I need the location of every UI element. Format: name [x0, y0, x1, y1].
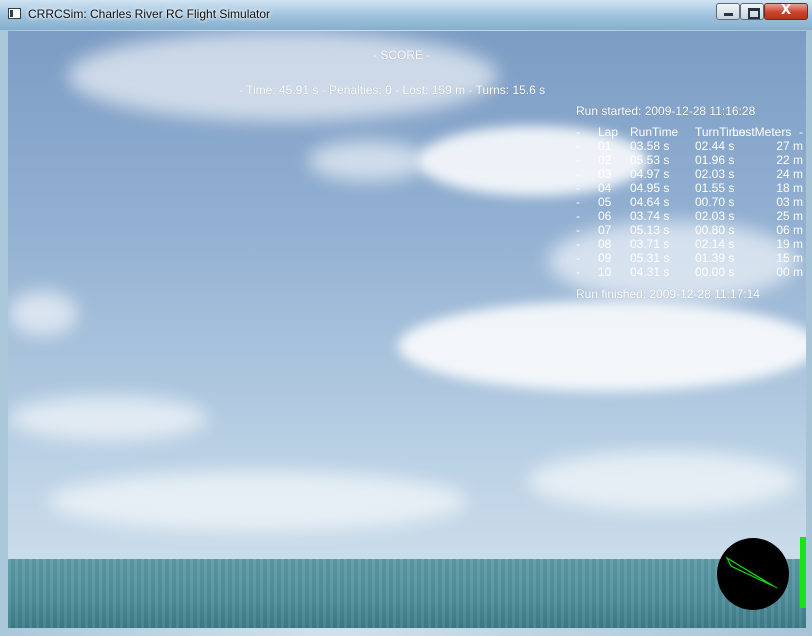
lap-dash: -	[576, 265, 580, 279]
run-started: Run started: 2009-12-28 11:16:28	[576, 104, 756, 118]
lap-turntime: 00.70 s	[695, 195, 735, 209]
lap-runtime: 05.13 s	[630, 223, 670, 237]
cloud	[8, 291, 78, 336]
title-bar[interactable]: CRRCSim: Charles River RC Flight Simulat…	[0, 0, 812, 30]
lap-number: 08	[598, 237, 612, 251]
lap-dash: -	[576, 195, 580, 209]
lap-turntime: 02.03 s	[695, 209, 735, 223]
header-dash: -	[576, 125, 580, 139]
cloud	[8, 396, 208, 441]
cloud	[48, 471, 468, 531]
lap-runtime: 03.74 s	[630, 209, 670, 223]
window-title: CRRCSim: Charles River RC Flight Simulat…	[28, 7, 271, 21]
lap-dash: -	[576, 181, 580, 195]
lap-runtime: 05.53 s	[630, 153, 670, 167]
lap-dash: -	[576, 167, 580, 181]
cloud	[398, 301, 806, 391]
lap-turntime: 02.03 s	[695, 167, 735, 181]
lap-lostmeters: 19 m	[776, 237, 803, 251]
header-dash-end: -	[799, 125, 803, 139]
lap-dash: -	[576, 153, 580, 167]
window-frame: - SCORE - - Time: 45.91 s - Penalties: 0…	[0, 30, 812, 636]
lap-number: 03	[598, 167, 612, 181]
lap-dash: -	[576, 237, 580, 251]
crrcsim-window-icon[interactable]	[8, 8, 21, 19]
cloud	[308, 141, 428, 181]
lap-turntime: 01.96 s	[695, 153, 735, 167]
lap-turntime: 02.14 s	[695, 237, 735, 251]
water-surface	[8, 559, 806, 628]
score-heading: - SCORE -	[373, 48, 431, 62]
lap-number: 06	[598, 209, 612, 223]
header-lap: Lap	[598, 125, 619, 139]
lap-dash: -	[576, 209, 580, 223]
header-lostmeters: LostMeters	[732, 125, 792, 139]
lap-lostmeters: 22 m	[776, 153, 803, 167]
lap-runtime: 03.71 s	[630, 237, 670, 251]
lap-runtime: 04.97 s	[630, 167, 670, 181]
score-summary: - Time: 45.91 s - Penalties: 0 - Lost: 1…	[239, 83, 546, 97]
lap-number: 05	[598, 195, 612, 209]
minimize-button[interactable]	[716, 3, 740, 20]
cloud	[528, 451, 798, 511]
lap-lostmeters: 18 m	[776, 181, 803, 195]
compass-needle-icon	[725, 556, 778, 589]
lap-lostmeters: 15 m	[776, 251, 803, 265]
lap-lostmeters: 25 m	[776, 209, 803, 223]
lap-number: 04	[598, 181, 612, 195]
simulator-window: CRRCSim: Charles River RC Flight Simulat…	[0, 0, 812, 636]
lap-number: 01	[598, 139, 612, 153]
lap-number: 07	[598, 223, 612, 237]
lap-runtime: 05.31 s	[630, 251, 670, 265]
throttle-indicator	[800, 537, 806, 608]
lap-number: 02	[598, 153, 612, 167]
simulation-viewport[interactable]: - SCORE - - Time: 45.91 s - Penalties: 0…	[8, 31, 806, 628]
lap-dash: -	[576, 251, 580, 265]
lap-turntime: 00.80 s	[695, 223, 735, 237]
lap-runtime: 03.58 s	[630, 139, 670, 153]
header-runtime: RunTime	[630, 125, 679, 139]
lap-number: 09	[598, 251, 612, 265]
lap-lostmeters: 00 m	[776, 265, 803, 279]
lap-lostmeters: 03 m	[776, 195, 803, 209]
lap-runtime: 04.95 s	[630, 181, 670, 195]
run-finished: Run finished: 2009-12-28 11:17:14	[576, 287, 760, 301]
lap-turntime: 01.39 s	[695, 251, 735, 265]
lap-runtime: 04.31 s	[630, 265, 670, 279]
lap-turntime: 02.44 s	[695, 139, 735, 153]
lap-lostmeters: 24 m	[776, 167, 803, 181]
lap-dash: -	[576, 139, 580, 153]
lap-turntime: 00.00 s	[695, 265, 735, 279]
lap-number: 10	[598, 265, 612, 279]
lap-runtime: 04.64 s	[630, 195, 670, 209]
close-button[interactable]: X	[764, 3, 808, 20]
close-icon: X	[780, 3, 792, 18]
lap-lostmeters: 06 m	[776, 223, 803, 237]
lap-turntime: 01.55 s	[695, 181, 735, 195]
compass-gauge	[717, 538, 789, 610]
lap-lostmeters: 27 m	[776, 139, 803, 153]
lap-dash: -	[576, 223, 580, 237]
cloud	[68, 31, 498, 121]
maximize-button[interactable]	[740, 3, 764, 20]
